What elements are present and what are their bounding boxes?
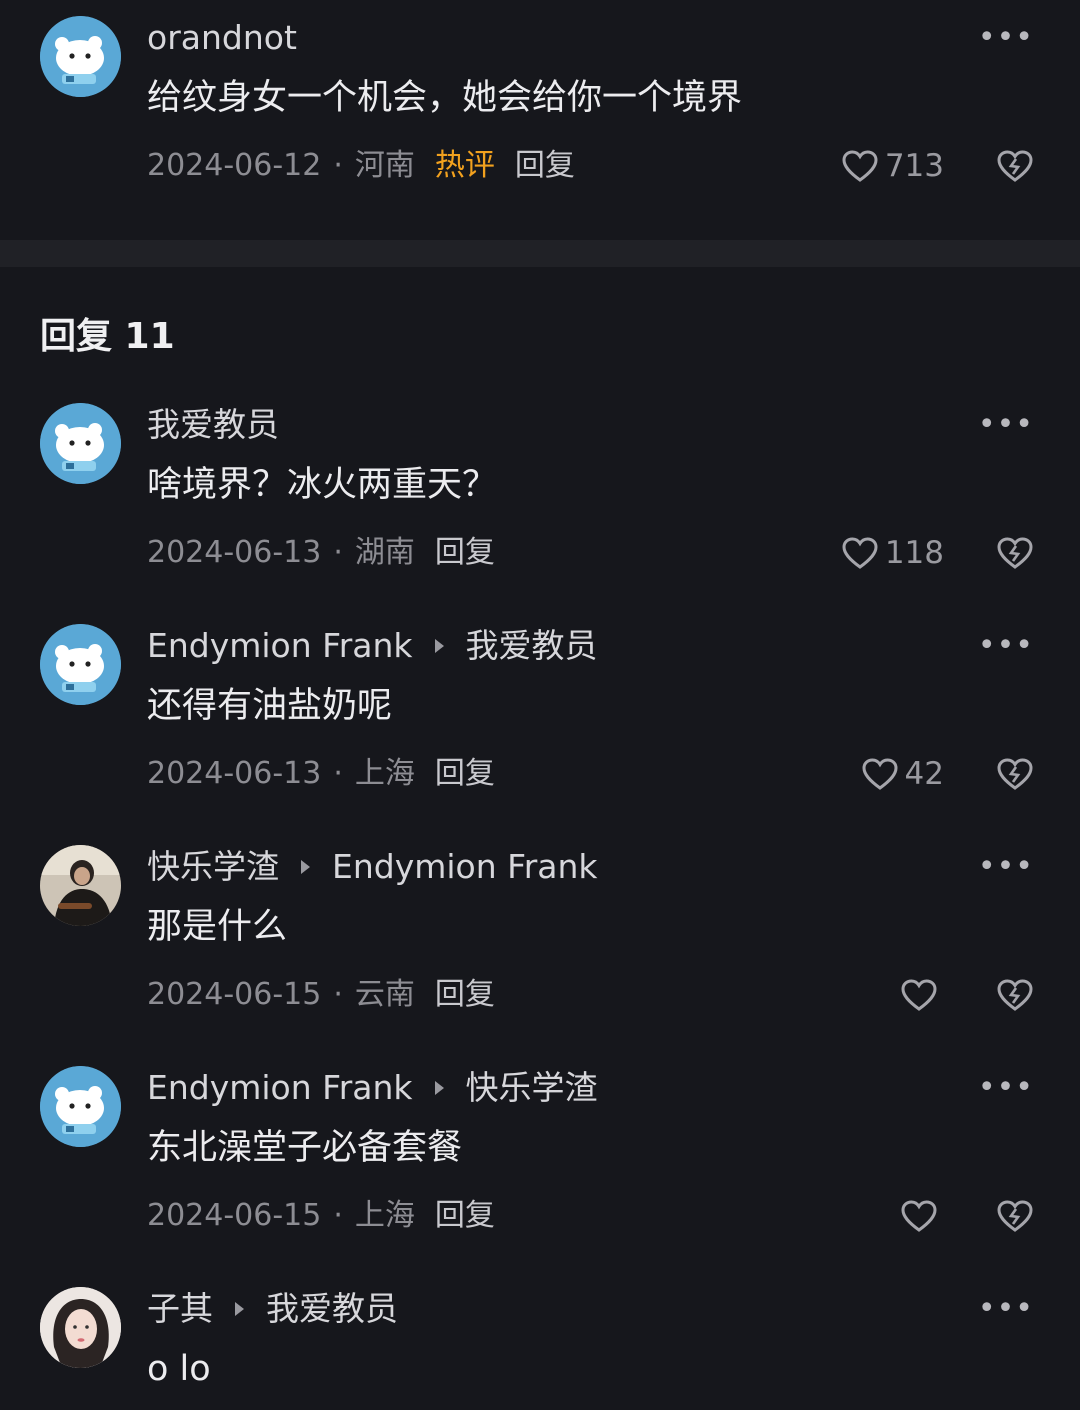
comment-date: 2024-06-13 [147, 535, 322, 570]
more-dots-icon[interactable]: ••• [978, 1294, 1034, 1324]
reply-button[interactable]: 回复 [435, 535, 495, 570]
username[interactable]: Endymion Frank 快乐学渣 [147, 1066, 598, 1110]
broken-heart-icon [997, 150, 1033, 182]
dislike-button[interactable] [996, 146, 1034, 186]
comment-meta: 2024-06-13 · 湖南 回复 [147, 533, 495, 573]
comment-location: 上海 [354, 1198, 415, 1233]
hot-badge: 热评 [434, 148, 495, 183]
comment-thread-page: orandnot ••• 给纹身女一个机会，她会给你一个境界 2024-06-1… [0, 0, 1080, 1410]
heart-icon [842, 150, 878, 182]
comment-location: 河南 [354, 148, 415, 183]
bear-avatar-icon [40, 624, 121, 705]
bear-avatar-icon [40, 403, 121, 484]
like-button[interactable]: 42 [861, 754, 944, 794]
bear-avatar-icon [40, 16, 121, 97]
username[interactable]: 快乐学渣 Endymion Frank [147, 845, 598, 889]
more-dots-icon[interactable]: ••• [978, 631, 1034, 661]
username-text[interactable]: Endymion Frank [147, 624, 413, 668]
heart-icon [901, 979, 937, 1011]
like-count: 713 [884, 148, 944, 184]
like-button[interactable] [900, 975, 944, 1015]
like-button[interactable] [900, 1196, 944, 1236]
dislike-button[interactable] [996, 754, 1034, 794]
broken-heart-icon [997, 1200, 1033, 1232]
like-count: 118 [884, 535, 944, 571]
like-button[interactable]: 713 [841, 146, 944, 186]
reply-arrow-icon [235, 1302, 244, 1316]
reply-to-username[interactable]: Endymion Frank [332, 845, 598, 889]
comment-text: 给纹身女一个机会，她会给你一个境界 [147, 78, 743, 118]
dislike-button[interactable] [996, 533, 1034, 573]
comment-meta: 2024-06-12 · 河南 热评 回复 [147, 146, 575, 186]
dislike-button[interactable] [996, 975, 1034, 1015]
reply-to-username[interactable]: 我爱教员 [266, 1287, 398, 1331]
comment-date: 2024-06-12 [147, 148, 322, 183]
username-text[interactable]: 子其 [147, 1287, 213, 1331]
reply-button[interactable]: 回复 [515, 148, 575, 183]
user-avatar[interactable] [40, 624, 121, 705]
reply-to-username[interactable]: 我爱教员 [466, 624, 598, 668]
section-divider [0, 240, 1080, 267]
separator-dot: · [333, 756, 343, 791]
more-dots-icon[interactable]: ••• [978, 410, 1034, 440]
comment-date: 2024-06-13 [147, 756, 322, 791]
reply-to-username[interactable]: 快乐学渣 [466, 1066, 598, 1110]
username[interactable]: 我爱教员 [147, 403, 279, 447]
reply-button[interactable]: 回复 [435, 1198, 495, 1233]
separator-dot: · [333, 148, 343, 183]
user-avatar[interactable] [40, 845, 121, 926]
bear-avatar-icon [40, 1066, 121, 1147]
reply-button[interactable]: 回复 [435, 756, 495, 791]
more-dots-icon[interactable]: ••• [978, 23, 1034, 53]
reply-arrow-icon [434, 639, 444, 653]
more-dots-icon[interactable]: ••• [978, 852, 1034, 882]
comment-date: 2024-06-15 [147, 977, 322, 1012]
comment-meta: 2024-06-15 · 上海 回复 [147, 1196, 495, 1236]
comment-text: 啥境界？冰火两重天？ [147, 465, 498, 505]
girl-avatar-icon [40, 1287, 121, 1368]
username[interactable]: 子其 我爱教员 [147, 1287, 398, 1331]
comment-meta: 2024-06-15 · 云南 回复 [147, 975, 495, 1015]
reply-arrow-icon [301, 860, 310, 874]
comment-text: 东北澡堂子必备套餐 [147, 1128, 463, 1168]
comment-meta: 2024-06-13 · 上海 回复 [147, 754, 495, 794]
photo-avatar-icon [40, 845, 121, 926]
heart-icon [901, 1200, 937, 1232]
comment-text: 那是什么 [147, 907, 288, 947]
comment-date: 2024-06-15 [147, 1198, 322, 1233]
username-text[interactable]: orandnot [147, 16, 297, 60]
reply-arrow-icon [434, 1081, 444, 1095]
more-dots-icon[interactable]: ••• [978, 1073, 1034, 1103]
user-avatar[interactable] [40, 16, 121, 97]
broken-heart-icon [997, 537, 1033, 569]
broken-heart-icon [997, 758, 1033, 790]
comment-text: 还得有油盐奶呢 [147, 686, 393, 726]
heart-icon [862, 758, 898, 790]
user-avatar[interactable] [40, 1287, 121, 1368]
user-avatar[interactable] [40, 1066, 121, 1147]
dislike-button[interactable] [996, 1196, 1034, 1236]
comment-text: o lo [147, 1349, 211, 1389]
username[interactable]: Endymion Frank 我爱教员 [147, 624, 598, 668]
separator-dot: · [333, 977, 343, 1012]
separator-dot: · [333, 535, 343, 570]
like-count: 42 [904, 756, 944, 792]
reply-button[interactable]: 回复 [435, 977, 495, 1012]
comment-location: 云南 [354, 977, 415, 1012]
username-text[interactable]: 我爱教员 [147, 403, 279, 447]
replies-header: 回复 11 [40, 316, 175, 357]
separator-dot: · [333, 1198, 343, 1233]
like-button[interactable]: 118 [841, 533, 944, 573]
username-text[interactable]: Endymion Frank [147, 1066, 413, 1110]
heart-icon [842, 537, 878, 569]
comment-location: 上海 [354, 756, 415, 791]
user-avatar[interactable] [40, 403, 121, 484]
broken-heart-icon [997, 979, 1033, 1011]
username[interactable]: orandnot [147, 16, 297, 60]
username-text[interactable]: 快乐学渣 [147, 845, 279, 889]
comment-location: 湖南 [354, 535, 415, 570]
